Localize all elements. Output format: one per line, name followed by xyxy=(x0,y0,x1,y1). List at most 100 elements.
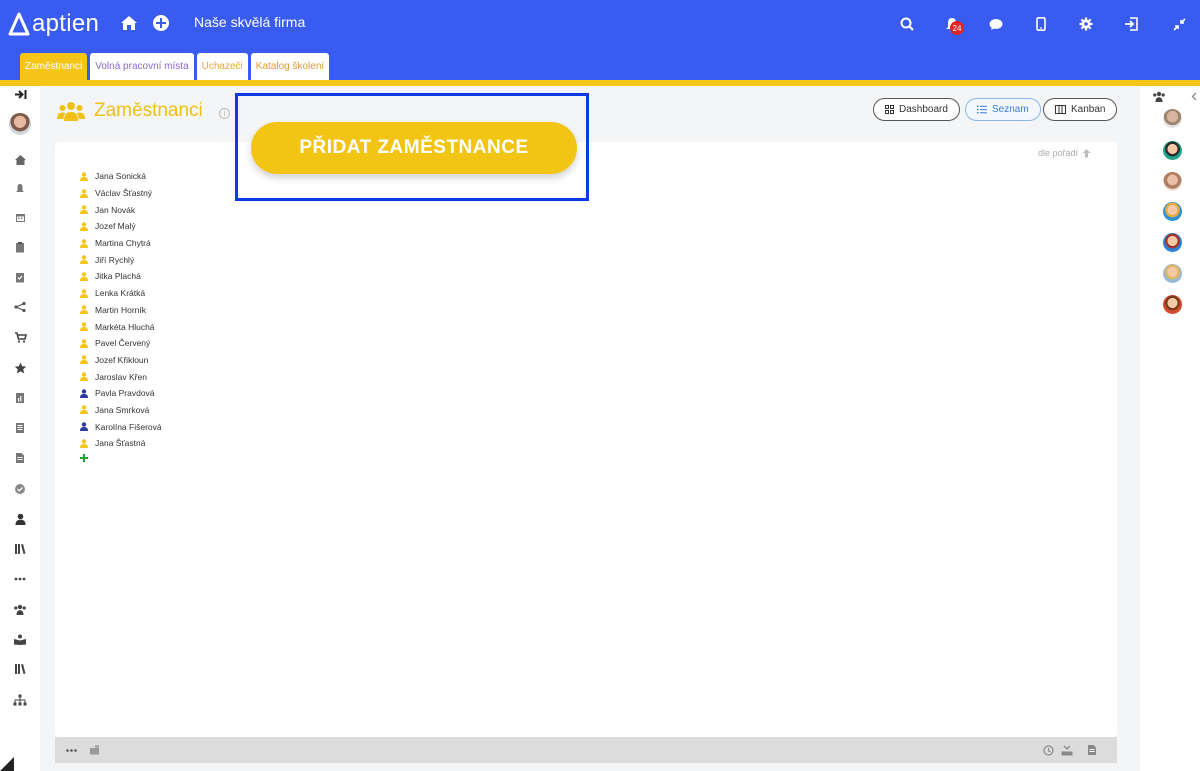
list-item[interactable]: Jaroslav Křen xyxy=(80,368,162,385)
library-icon[interactable] xyxy=(11,661,29,677)
plus-circle-icon[interactable] xyxy=(152,14,170,37)
employee-name[interactable]: Jozef Malý xyxy=(95,221,136,231)
list-item[interactable]: Jitka Plachá xyxy=(80,268,162,285)
employee-name[interactable]: Martina Chytrá xyxy=(95,238,151,248)
list-item[interactable]: Karolína Fišerová xyxy=(80,418,162,435)
tab-volna-pracovni-mista[interactable]: Volná pracovní místa xyxy=(90,53,194,80)
archive-icon[interactable] xyxy=(88,744,100,756)
employee-name[interactable]: Karolína Fišerová xyxy=(95,422,162,432)
view-kanban-button[interactable]: Kanban xyxy=(1043,98,1118,121)
list-item[interactable]: Martin Horník xyxy=(80,302,162,319)
search-icon[interactable] xyxy=(897,14,917,34)
network-icon[interactable] xyxy=(11,299,29,315)
more-icon[interactable] xyxy=(65,744,77,756)
avatar[interactable] xyxy=(1163,141,1182,160)
sort-control[interactable]: dle pořadí xyxy=(1038,148,1091,158)
home-icon[interactable] xyxy=(11,152,29,168)
check-circle-icon[interactable] xyxy=(11,481,29,497)
tab-uchazeci[interactable]: Uchazeči xyxy=(196,53,248,80)
logout-icon[interactable] xyxy=(1121,14,1141,34)
history-icon[interactable] xyxy=(1042,744,1054,756)
list-item[interactable]: Markéta Hluchá xyxy=(80,318,162,335)
tab-katalog-skoleni[interactable]: Katalog školení xyxy=(250,53,330,80)
clipboard-check-icon[interactable] xyxy=(11,269,29,285)
list-item[interactable]: Jana Šťastná xyxy=(80,435,162,452)
avatar[interactable] xyxy=(1163,264,1182,283)
home-icon[interactable] xyxy=(120,14,138,37)
chat-icon[interactable] xyxy=(986,14,1006,34)
list-item[interactable]: Pavla Pravdová xyxy=(80,385,162,402)
app-logo[interactable]: aptien xyxy=(8,10,99,38)
list-item[interactable]: Jana Smrková xyxy=(80,402,162,419)
employee-name[interactable]: Jitka Plachá xyxy=(95,271,141,281)
person-icon xyxy=(80,405,88,415)
employee-name[interactable]: Jan Novák xyxy=(95,205,135,215)
person-icon xyxy=(80,205,88,215)
star-icon[interactable] xyxy=(11,360,29,376)
compress-icon[interactable] xyxy=(1169,14,1189,34)
info-icon[interactable]: i xyxy=(219,108,230,119)
list-item[interactable]: Jozef Malý xyxy=(80,218,162,235)
list-item[interactable]: Pavel Červený xyxy=(80,335,162,352)
gear-icon[interactable] xyxy=(1076,14,1096,34)
employee-list: Jana Sonická Václav Šťastný Jan Novák Jozef… xyxy=(80,168,162,462)
view-dashboard-button[interactable]: Dashboard xyxy=(873,98,960,121)
avatar[interactable] xyxy=(9,113,31,135)
mobile-icon[interactable] xyxy=(1031,14,1051,34)
calendar-icon[interactable] xyxy=(11,209,29,225)
person-icon xyxy=(80,305,88,315)
employee-name[interactable]: Jiří Rychlý xyxy=(95,255,134,265)
employee-name[interactable]: Jozef Křikloun xyxy=(95,355,148,365)
cart-icon[interactable] xyxy=(11,329,29,345)
footer-toolbar xyxy=(55,737,1117,763)
tab-zamestnanci[interactable]: Zaměstnanci xyxy=(20,53,88,80)
org-chart-icon[interactable] xyxy=(11,692,29,708)
list-item[interactable]: Jan Novák xyxy=(80,201,162,218)
employee-name[interactable]: Jana Šťastná xyxy=(95,438,145,448)
employee-name[interactable]: Jaroslav Křen xyxy=(95,372,147,382)
apps-icon[interactable] xyxy=(11,571,29,587)
person-icon xyxy=(80,188,88,198)
employee-name[interactable]: Václav Šťastný xyxy=(95,188,152,198)
list-item[interactable]: Jozef Křikloun xyxy=(80,352,162,369)
clipboard-icon[interactable] xyxy=(11,239,29,255)
employee-name[interactable]: Jana Smrková xyxy=(95,405,149,415)
add-employee-row[interactable] xyxy=(80,453,162,462)
avatar[interactable] xyxy=(1163,233,1182,252)
employee-name[interactable]: Pavel Červený xyxy=(95,338,150,348)
company-name[interactable]: Naše skvělá firma xyxy=(194,14,305,30)
document-icon[interactable] xyxy=(1086,744,1098,756)
employee-name[interactable]: Jana Sonická xyxy=(95,171,146,181)
employee-name[interactable]: Lenka Krátká xyxy=(95,288,145,298)
employee-name[interactable]: Markéta Hluchá xyxy=(95,322,155,332)
list-item[interactable]: Lenka Krátká xyxy=(80,285,162,302)
team-icon[interactable] xyxy=(11,601,29,617)
download-icon[interactable] xyxy=(1061,744,1073,756)
avatar[interactable] xyxy=(1163,109,1182,128)
aptien-logo-icon xyxy=(8,12,30,36)
avatar[interactable] xyxy=(1163,172,1182,191)
main-content: Zaměstnanci i Dashboard Seznam Kanban dl… xyxy=(40,86,1140,771)
plus-icon[interactable] xyxy=(80,453,88,462)
employee-name[interactable]: Pavla Pravdová xyxy=(95,388,155,398)
open-book-icon[interactable] xyxy=(11,631,29,647)
book-icon[interactable] xyxy=(11,420,29,436)
document-icon[interactable] xyxy=(11,450,29,466)
team-icon[interactable] xyxy=(1152,89,1166,107)
bell-icon[interactable] xyxy=(11,180,29,196)
employee-name[interactable]: Martin Horník xyxy=(95,305,146,315)
list-item[interactable]: Jana Sonická xyxy=(80,168,162,185)
avatar[interactable] xyxy=(1163,202,1182,221)
list-item[interactable]: Václav Šťastný xyxy=(80,185,162,202)
view-list-button[interactable]: Seznam xyxy=(965,98,1041,121)
list-item[interactable]: Jiří Rychlý xyxy=(80,251,162,268)
sort-label: dle pořadí xyxy=(1037,148,1078,158)
add-employee-button[interactable]: PŘIDAT ZAMĚSTNANCE xyxy=(251,122,577,174)
collapse-sidebar-icon[interactable] xyxy=(1191,88,1197,106)
report-icon[interactable] xyxy=(11,390,29,406)
user-icon[interactable] xyxy=(11,511,29,527)
avatar[interactable] xyxy=(1163,295,1182,314)
list-item[interactable]: Martina Chytrá xyxy=(80,235,162,252)
expand-sidebar-icon[interactable] xyxy=(11,86,29,102)
library-icon[interactable] xyxy=(11,541,29,557)
